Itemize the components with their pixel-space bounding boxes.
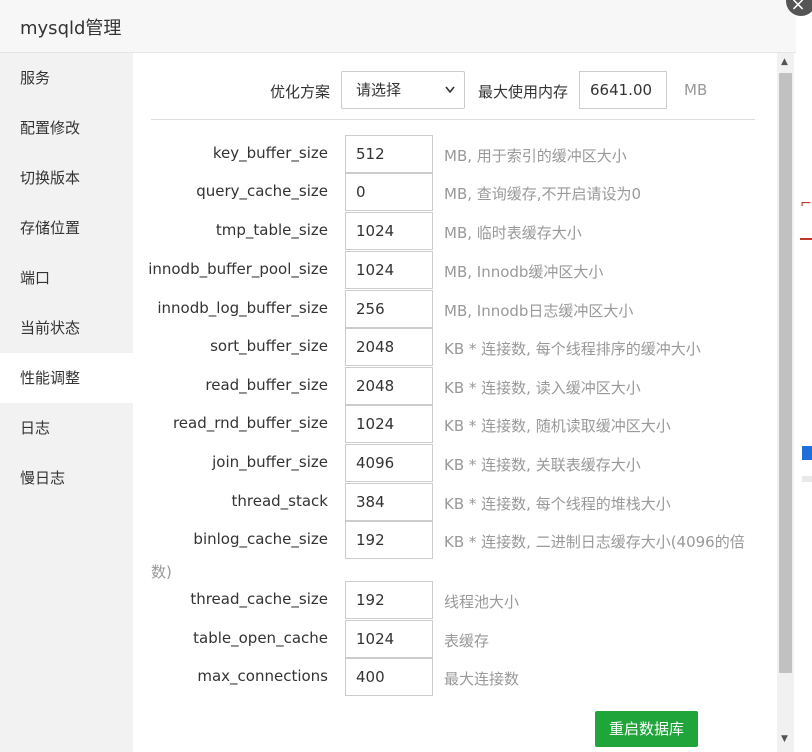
param-hint: MB, Innodb缓冲区大小	[444, 263, 604, 281]
restart-database-button[interactable]: 重启数据库	[595, 711, 698, 747]
scroll-down-icon[interactable]: ▼	[781, 734, 788, 744]
param-row: read_rnd_buffer_size 1024 KB * 连接数, 随机读取缓冲…	[133, 405, 773, 443]
param-hint: KB * 连接数, 每个线程排序的缓冲大小	[444, 340, 701, 358]
backdrop-fragment-icon: ⌐	[800, 196, 812, 212]
sidebar-item[interactable]: 端口	[0, 253, 133, 303]
param-row: sort_buffer_size 2048 KB * 连接数, 每个线程排序的缓冲大…	[133, 328, 773, 366]
backdrop-fragment	[802, 446, 812, 460]
close-icon[interactable]: ×	[786, 0, 812, 16]
param-row: innodb_log_buffer_size 256 MB, Innodb日志缓冲区…	[133, 290, 773, 328]
param-input[interactable]: 400	[345, 658, 433, 696]
param-row: tmp_table_size 1024 MB, 临时表缓存大小	[133, 212, 773, 250]
param-row: key_buffer_size 512 MB, 用于索引的缓冲区大小	[133, 135, 773, 173]
param-input[interactable]: 1024	[345, 251, 433, 289]
param-hint: 最大连接数	[444, 670, 520, 688]
param-input[interactable]: 256	[345, 290, 433, 328]
param-row: query_cache_size 0 MB, 查询缓存,不开启请设为0	[133, 173, 773, 211]
sidebar-item[interactable]: 服务	[0, 53, 133, 103]
param-input[interactable]: 512	[345, 135, 433, 173]
sidebar-item[interactable]: 当前状态	[0, 303, 133, 353]
param-input[interactable]: 384	[345, 483, 433, 521]
sidebar-item[interactable]: 存储位置	[0, 203, 133, 253]
param-label: key_buffer_size	[212, 144, 328, 162]
param-row: join_buffer_size 4096 KB * 连接数, 关联表缓存大小	[133, 444, 773, 482]
param-input[interactable]: 2048	[345, 367, 433, 405]
param-hint: MB, 用于索引的缓冲区大小	[444, 147, 627, 165]
param-hint: MB, Innodb日志缓冲区大小	[444, 302, 634, 320]
dialog-title: mysqld管理	[20, 18, 122, 39]
param-label: table_open_cache	[193, 629, 328, 647]
param-label: join_buffer_size	[212, 453, 328, 471]
dialog-title-bar: mysqld管理	[0, 0, 796, 53]
param-input[interactable]: 192	[345, 581, 433, 619]
param-input[interactable]: 4096	[345, 444, 433, 482]
param-row: table_open_cache 1024 表缓存	[133, 620, 773, 658]
sidebar-item[interactable]: 性能调整	[0, 353, 133, 403]
param-row: innodb_buffer_pool_size 1024 MB, Innodb缓冲区…	[133, 251, 773, 289]
param-label: query_cache_size	[196, 182, 328, 200]
param-input[interactable]: 192	[345, 521, 433, 559]
param-hint: KB * 连接数, 随机读取缓冲区大小	[444, 417, 671, 435]
param-label: sort_buffer_size	[210, 337, 328, 355]
param-hint: KB * 连接数, 读入缓冲区大小	[444, 379, 641, 397]
performance-tuning-panel: 优化方案 请选择 最大使用内存 6641.00 MB key_buffer_si…	[133, 53, 777, 752]
param-hint: 线程池大小	[444, 593, 520, 611]
max-memory-label: 最大使用内存	[478, 83, 569, 101]
param-row: thread_cache_size 192 线程池大小	[133, 581, 773, 619]
param-label: innodb_buffer_pool_size	[148, 260, 328, 278]
param-hint: KB * 连接数, 每个线程的堆栈大小	[444, 495, 671, 513]
param-hint: KB * 连接数, 关联表缓存大小	[444, 456, 641, 474]
param-label: binlog_cache_size	[193, 530, 328, 548]
backdrop-fragment	[802, 476, 812, 482]
param-hint: KB * 连接数, 二进制日志缓存大小(4096的倍	[444, 533, 745, 551]
param-label: thread_stack	[231, 492, 329, 510]
param-input[interactable]: 0	[345, 173, 433, 211]
param-input[interactable]: 1024	[345, 212, 433, 250]
plan-label: 优化方案	[270, 83, 331, 101]
sidebar: 服务 配置修改 切换版本 存储位置 端口 当前状态 性能调整 日志 慢日志	[0, 53, 133, 752]
param-label: thread_cache_size	[190, 590, 328, 608]
param-input[interactable]: 2048	[345, 328, 433, 366]
sidebar-item[interactable]: 配置修改	[0, 103, 133, 153]
sidebar-item[interactable]: 日志	[0, 403, 133, 453]
param-row: binlog_cache_size 192 KB * 连接数, 二进制日志缓存大小(…	[133, 521, 773, 559]
max-memory-unit: MB	[684, 81, 708, 99]
param-input[interactable]: 1024	[345, 405, 433, 443]
param-label: max_connections	[197, 667, 328, 685]
scrollbar[interactable]: ▲ ▼	[777, 53, 794, 752]
param-row: read_buffer_size 2048 KB * 连接数, 读入缓冲区大小	[133, 367, 773, 405]
chevron-down-icon	[444, 72, 456, 123]
param-hint: 表缓存	[444, 632, 490, 650]
backdrop-fragment	[800, 238, 812, 240]
sidebar-item[interactable]: 切换版本	[0, 153, 133, 203]
scrollbar-thumb[interactable]	[779, 73, 792, 673]
param-hint: MB, 查询缓存,不开启请设为0	[444, 185, 642, 203]
param-hint: MB, 临时表缓存大小	[444, 224, 582, 242]
param-label: read_rnd_buffer_size	[172, 414, 328, 432]
mysqld-dialog: mysqld管理 服务 配置修改 切换版本 存储位置 端口 当前状态 性能调整 日志 慢日志 优…	[0, 0, 796, 752]
param-row: thread_stack 384 KB * 连接数, 每个线程的堆栈大小	[133, 483, 773, 521]
param-row: max_connections 400 最大连接数	[133, 658, 773, 696]
plan-select[interactable]: 请选择	[341, 71, 465, 109]
param-hint-wrap: 数)	[151, 563, 172, 581]
plan-select-value: 请选择	[356, 81, 402, 99]
scroll-up-icon[interactable]: ▲	[781, 57, 788, 67]
page-backdrop: ⌐	[794, 0, 812, 752]
param-label: tmp_table_size	[215, 221, 328, 239]
param-label: read_buffer_size	[205, 376, 328, 394]
divider	[151, 119, 755, 120]
param-label: innodb_log_buffer_size	[157, 299, 328, 317]
sidebar-item[interactable]: 慢日志	[0, 453, 133, 503]
max-memory-input[interactable]: 6641.00	[579, 71, 667, 109]
tuning-plan-row: 优化方案 请选择 最大使用内存 6641.00 MB	[133, 71, 773, 109]
param-input[interactable]: 1024	[345, 620, 433, 658]
